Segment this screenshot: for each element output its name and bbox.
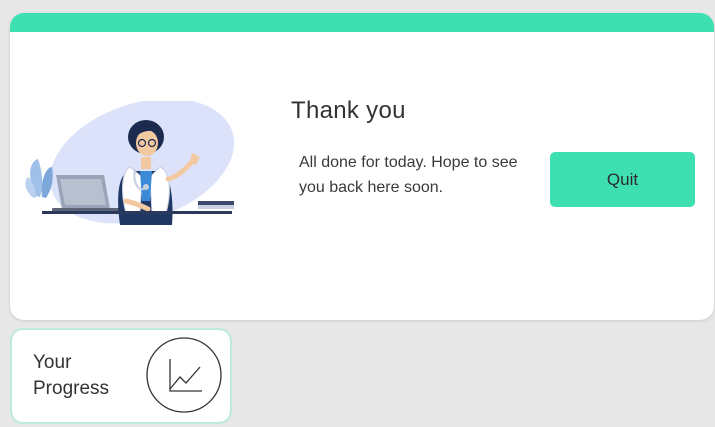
completion-message: All done for today. Hope to see you back… <box>299 154 518 196</box>
line-chart-icon <box>146 337 222 413</box>
accent-bar <box>10 13 714 32</box>
thank-you-card: Thank you All done for today. Hope to se… <box>10 13 714 320</box>
progress-label: Your Progress <box>33 352 110 399</box>
your-progress-card[interactable]: Your Progress <box>10 328 232 424</box>
doctor-illustration <box>25 101 235 225</box>
quit-button[interactable]: Quit <box>550 152 695 207</box>
page-title: Thank you <box>291 97 406 124</box>
